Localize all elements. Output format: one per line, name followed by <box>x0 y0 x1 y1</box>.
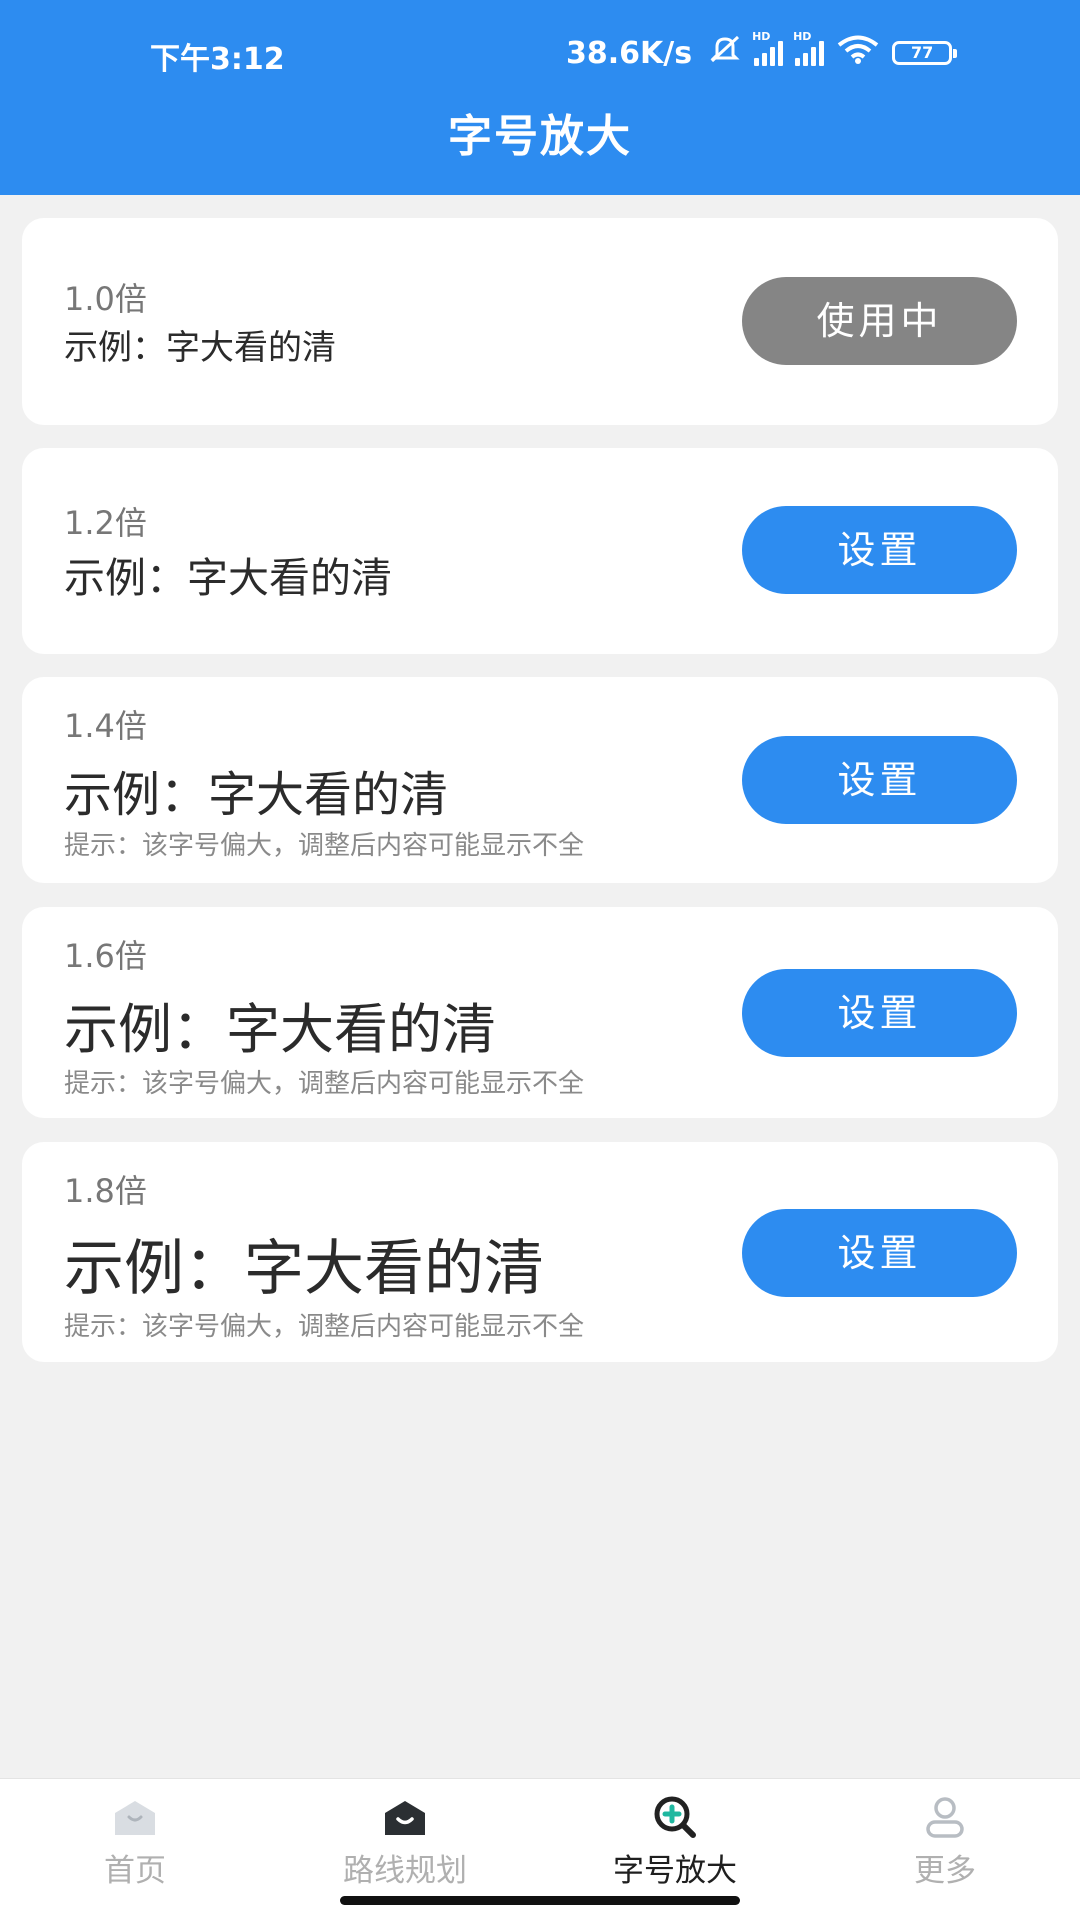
font-size-option-1-6: 1.6倍 示例：字大看的清 提示：该字号偏大，调整后内容可能显示不全 设置 <box>22 907 1058 1118</box>
nav-item-route[interactable]: 路线规划 <box>295 1795 515 1890</box>
example-text: 示例：字大看的清 <box>64 767 449 823</box>
sim2-hd-label: HD <box>793 30 812 43</box>
home-indicator[interactable] <box>340 1896 740 1905</box>
person-icon <box>921 1795 969 1839</box>
example-text: 示例：字大看的清 <box>64 1234 544 1304</box>
sim1-hd-label: HD <box>752 30 771 43</box>
app-header: 下午3:12 38.6K/s HD HD 77 字号放大 <box>0 0 1080 195</box>
warning-hint: 提示：该字号偏大，调整后内容可能显示不全 <box>64 831 585 861</box>
battery-icon: 77 <box>892 41 958 65</box>
multiplier-label: 1.6倍 <box>64 937 147 975</box>
wifi-icon <box>836 34 880 72</box>
page-title: 字号放大 <box>448 111 632 162</box>
status-time: 下午3:12 <box>150 42 285 77</box>
nav-label: 更多 <box>914 1853 976 1889</box>
home-icon <box>111 1795 159 1839</box>
example-text: 示例：字大看的清 <box>64 328 336 368</box>
font-size-option-1-0: 1.0倍 示例：字大看的清 使用中 <box>22 218 1058 425</box>
nav-label: 首页 <box>104 1853 166 1889</box>
network-speed: 38.6K/s <box>566 35 693 71</box>
zoom-plus-icon <box>651 1795 699 1839</box>
nav-label: 路线规划 <box>343 1853 467 1889</box>
font-size-option-1-4: 1.4倍 示例：字大看的清 提示：该字号偏大，调整后内容可能显示不全 设置 <box>22 677 1058 883</box>
multiplier-label: 1.8倍 <box>64 1172 147 1210</box>
nav-item-home[interactable]: 首页 <box>25 1795 245 1890</box>
warning-hint: 提示：该字号偏大，调整后内容可能显示不全 <box>64 1069 585 1099</box>
warning-hint: 提示：该字号偏大，调整后内容可能显示不全 <box>64 1312 585 1342</box>
in-use-button[interactable]: 使用中 <box>742 277 1017 365</box>
set-button[interactable]: 设置 <box>742 736 1017 824</box>
example-text: 示例：字大看的清 <box>64 998 496 1061</box>
multiplier-label: 1.4倍 <box>64 707 147 745</box>
set-button[interactable]: 设置 <box>742 506 1017 594</box>
status-bar: 下午3:12 38.6K/s HD HD 77 <box>0 30 1080 80</box>
nav-label: 字号放大 <box>613 1853 737 1889</box>
status-indicators: 38.6K/s HD HD 77 <box>566 30 958 72</box>
signal-sim1-icon: HD <box>752 30 784 66</box>
signal-sim2-icon: HD <box>793 30 825 66</box>
mute-bell-icon <box>708 34 742 72</box>
route-icon <box>381 1795 429 1839</box>
multiplier-label: 1.0倍 <box>64 280 147 318</box>
nav-item-font-zoom[interactable]: 字号放大 <box>565 1795 785 1890</box>
example-text: 示例：字大看的清 <box>64 554 392 602</box>
set-button[interactable]: 设置 <box>742 969 1017 1057</box>
multiplier-label: 1.2倍 <box>64 504 147 542</box>
font-size-option-1-2: 1.2倍 示例：字大看的清 设置 <box>22 448 1058 654</box>
nav-item-more[interactable]: 更多 <box>835 1795 1055 1890</box>
font-size-option-1-8: 1.8倍 示例：字大看的清 提示：该字号偏大，调整后内容可能显示不全 设置 <box>22 1142 1058 1362</box>
set-button[interactable]: 设置 <box>742 1209 1017 1297</box>
